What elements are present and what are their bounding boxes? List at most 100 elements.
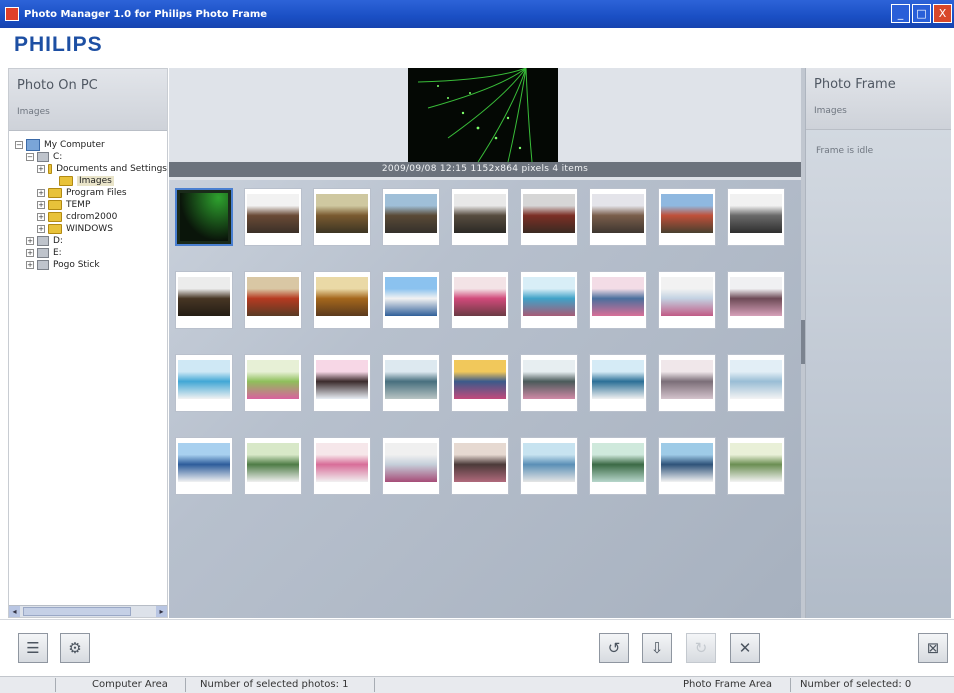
thumbnail-image [730, 443, 782, 482]
photo-thumbnail[interactable] [658, 437, 716, 495]
tree-item[interactable]: + Pogo Stick [15, 259, 167, 271]
photo-thumbnail[interactable] [451, 354, 509, 412]
photo-thumbnail[interactable] [451, 271, 509, 329]
scroll-left-icon[interactable]: ◂ [9, 606, 20, 617]
expander-icon[interactable]: + [26, 261, 34, 269]
photo-thumbnail[interactable] [244, 188, 302, 246]
minimize-button[interactable]: _ [891, 4, 910, 23]
expander-icon[interactable]: + [37, 201, 45, 209]
tree-item-label: Documents and Settings [56, 164, 167, 174]
photo-thumbnail[interactable] [451, 437, 509, 495]
thumbnail-image [592, 443, 644, 482]
photo-thumbnail[interactable] [313, 271, 371, 329]
photo-on-pc-subtitle: Images [17, 107, 50, 117]
tree-item[interactable]: − C: [15, 151, 167, 163]
photo-thumbnail[interactable] [244, 354, 302, 412]
photo-thumbnail[interactable] [451, 188, 509, 246]
photo-frame-panel: Photo Frame Images Frame is idle [805, 68, 951, 618]
expander-icon[interactable]: + [37, 165, 45, 173]
photo-thumbnail[interactable] [727, 437, 785, 495]
tree-item[interactable]: + E: [15, 247, 167, 259]
photo-thumbnail[interactable] [589, 437, 647, 495]
photo-thumbnail[interactable] [658, 188, 716, 246]
tree-item[interactable]: − My Computer [15, 139, 167, 151]
tree-item-label: C: [53, 152, 63, 162]
expander-icon[interactable]: + [26, 249, 34, 257]
tree-item[interactable]: + Documents and Settings [15, 163, 167, 175]
status-selected-count: Number of selected photos: 1 [200, 679, 349, 690]
photo-thumbnail[interactable] [520, 271, 578, 329]
thumbnail-image [178, 360, 230, 399]
photo-thumbnail[interactable] [175, 188, 233, 246]
photo-thumbnail[interactable] [589, 354, 647, 412]
tree-item-label: TEMP [66, 200, 91, 210]
properties-button[interactable]: ☰ [18, 633, 48, 663]
rotate-right-button[interactable]: ↻ [686, 633, 716, 663]
photo-thumbnail[interactable] [520, 437, 578, 495]
tree-horizontal-scrollbar[interactable]: ◂ ▸ [9, 605, 167, 617]
thumbnail-image [454, 277, 506, 316]
folder-icon [48, 200, 62, 210]
close-button[interactable]: X [933, 4, 952, 23]
expander-icon[interactable]: + [37, 213, 45, 221]
photo-frame-status-text: Frame is idle [816, 146, 874, 156]
scroll-thumb[interactable] [23, 607, 131, 616]
photo-thumbnail[interactable] [382, 354, 440, 412]
photo-thumbnail[interactable] [727, 188, 785, 246]
photo-thumbnail[interactable] [589, 188, 647, 246]
delete-button[interactable]: ✕ [730, 633, 760, 663]
tree-item-label: Pogo Stick [53, 260, 100, 270]
photo-thumbnail[interactable] [313, 188, 371, 246]
scroll-right-icon[interactable]: ▸ [156, 606, 167, 617]
expander-icon[interactable]: − [15, 141, 23, 149]
tree-item[interactable]: + Program Files [15, 187, 167, 199]
photo-thumbnail[interactable] [520, 188, 578, 246]
expander-icon[interactable]: + [37, 189, 45, 197]
copy-to-frame-icon: ⇩ [650, 639, 664, 657]
photo-thumbnail[interactable] [382, 437, 440, 495]
folder-icon [59, 176, 73, 186]
photo-thumbnail[interactable] [175, 271, 233, 329]
expander-icon[interactable]: − [26, 153, 34, 161]
photo-thumbnail[interactable] [382, 271, 440, 329]
rotate-left-button[interactable]: ↺ [599, 633, 629, 663]
photo-thumbnail[interactable] [313, 354, 371, 412]
drive-icon [37, 152, 49, 162]
tree-item[interactable]: Images [15, 175, 167, 187]
expander-icon[interactable]: + [26, 237, 34, 245]
folder-icon [48, 212, 62, 222]
preview-image [408, 68, 558, 162]
copy-to-frame-button[interactable]: ⇩ [642, 633, 672, 663]
settings-icon: ⚙ [68, 639, 82, 657]
tree-item-label: E: [53, 248, 62, 258]
status-separator [185, 678, 186, 692]
properties-icon: ☰ [26, 639, 40, 657]
thumbnail-image [592, 194, 644, 233]
photo-thumbnail[interactable] [727, 271, 785, 329]
photo-thumbnail[interactable] [658, 271, 716, 329]
exit-button[interactable]: ⊠ [918, 633, 948, 663]
photo-thumbnail[interactable] [727, 354, 785, 412]
thumbnail-image [454, 360, 506, 399]
photo-thumbnail[interactable] [175, 354, 233, 412]
thumbnail-image [454, 194, 506, 233]
tree-item[interactable]: + cdrom2000 [15, 211, 167, 223]
folder-tree: − My Computer − C: + Documents and Settings Im… [9, 131, 167, 271]
photo-thumbnail[interactable] [589, 271, 647, 329]
tree-item[interactable]: + D: [15, 235, 167, 247]
photo-thumbnail[interactable] [382, 188, 440, 246]
photo-thumbnail[interactable] [313, 437, 371, 495]
tree-item[interactable]: + TEMP [15, 199, 167, 211]
photo-thumbnail[interactable] [175, 437, 233, 495]
photo-thumbnail[interactable] [520, 354, 578, 412]
settings-button[interactable]: ⚙ [60, 633, 90, 663]
photo-thumbnail[interactable] [244, 437, 302, 495]
tree-item[interactable]: + WINDOWS [15, 223, 167, 235]
thumbnail-image [523, 360, 575, 399]
photo-thumbnail[interactable] [244, 271, 302, 329]
expander-icon[interactable]: + [37, 225, 45, 233]
maximize-button[interactable]: □ [912, 4, 931, 23]
thumbnail-image [247, 194, 299, 233]
photo-thumbnail[interactable] [658, 354, 716, 412]
thumbnail-image [523, 277, 575, 316]
